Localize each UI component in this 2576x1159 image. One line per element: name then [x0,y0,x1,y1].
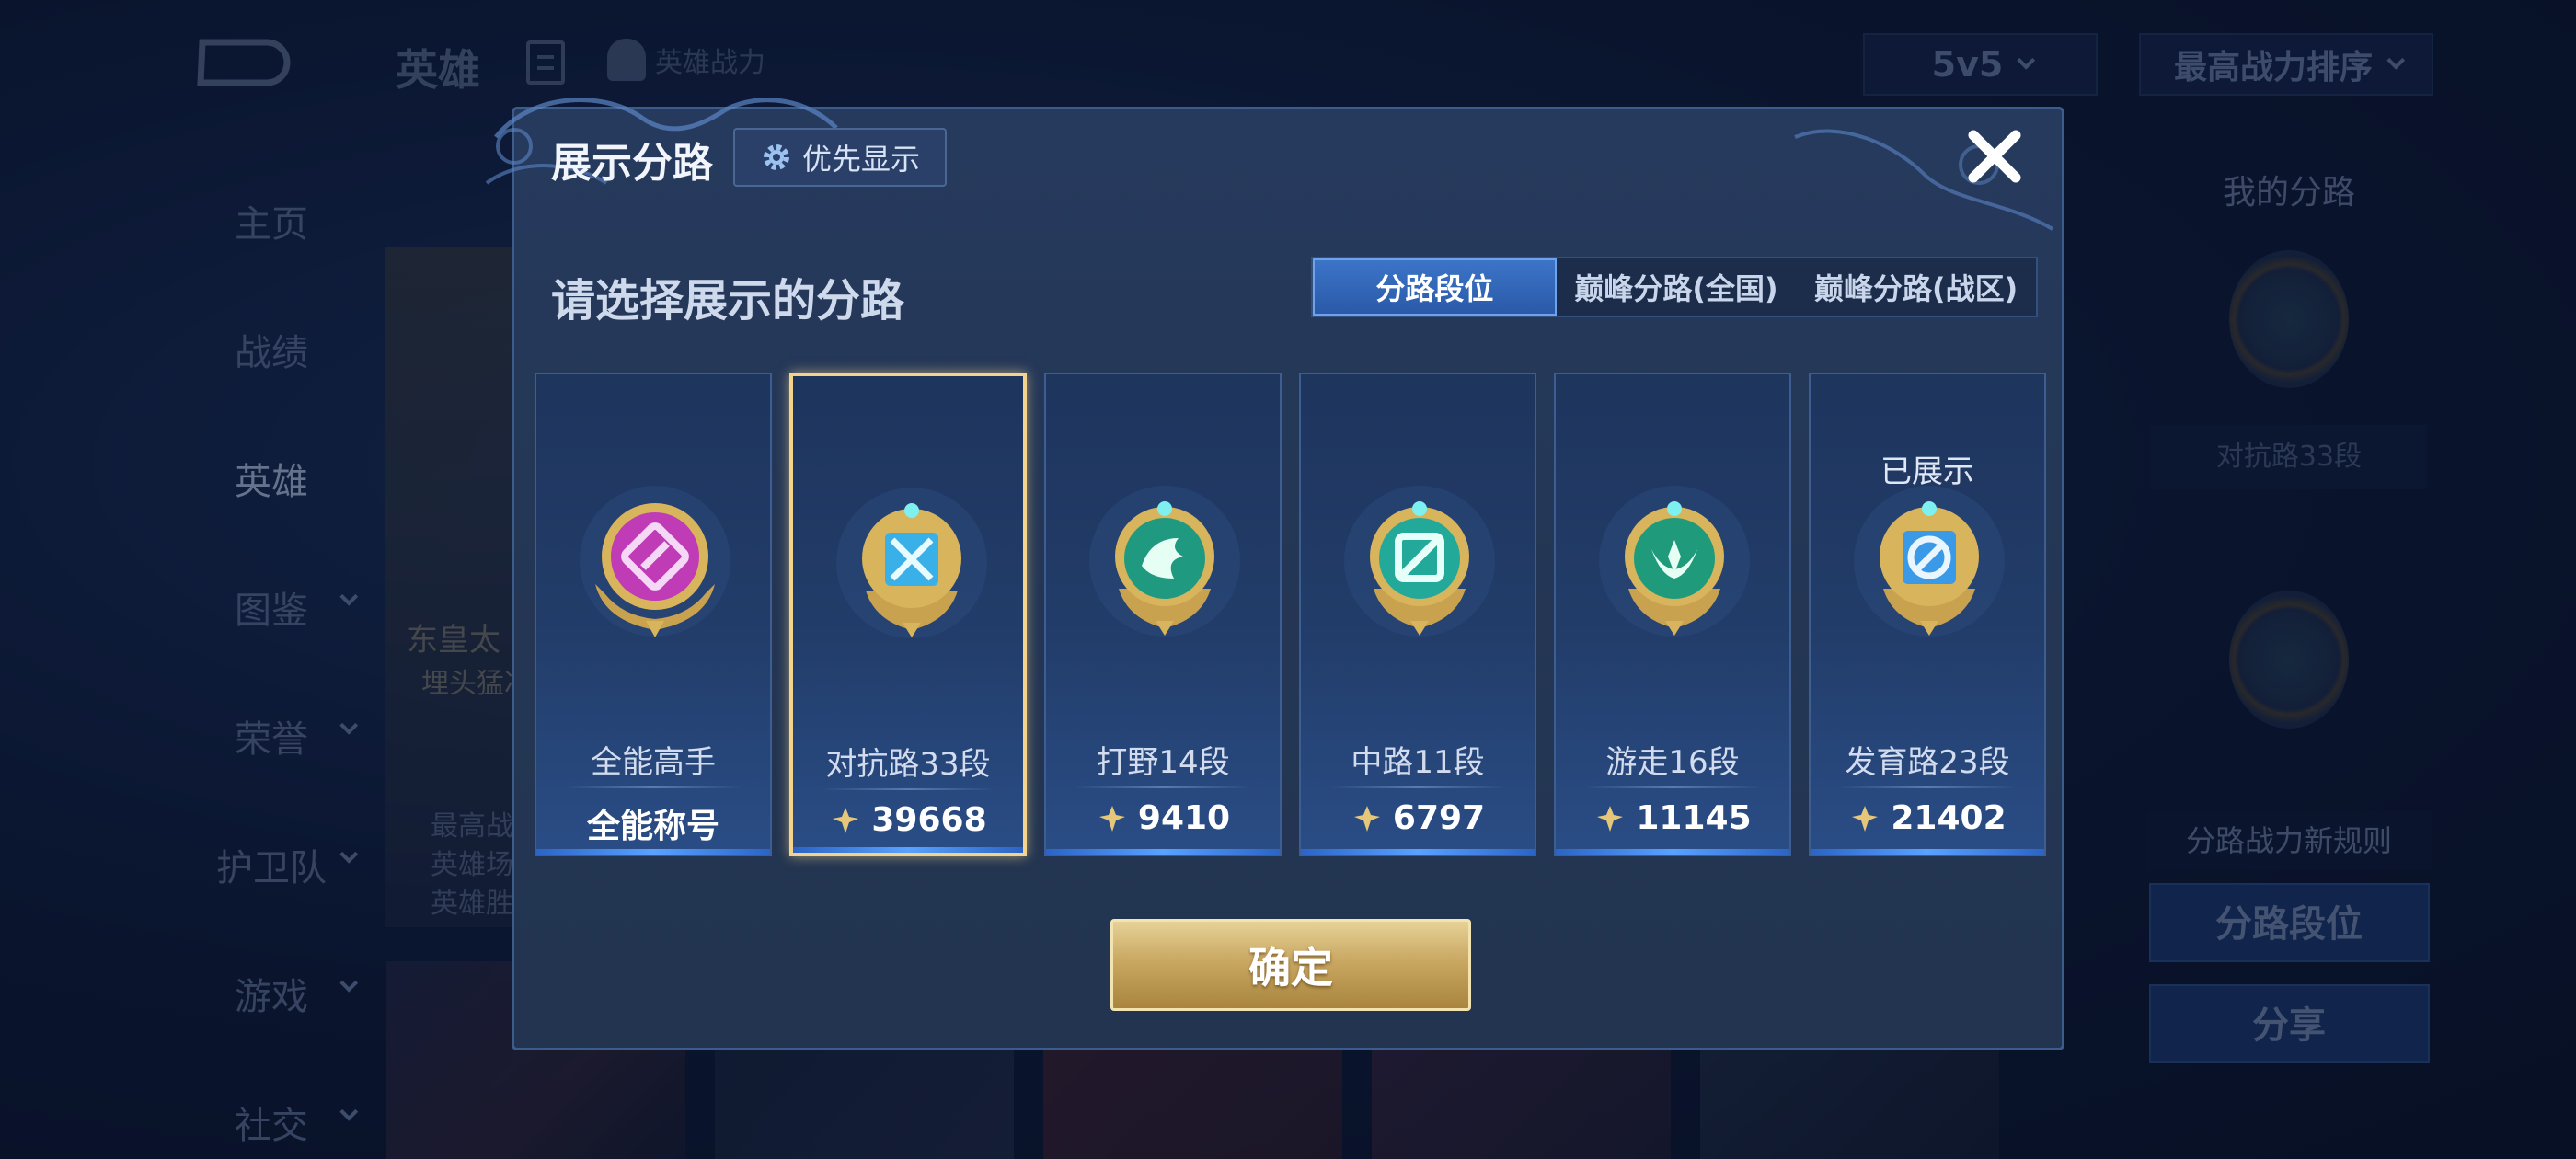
power-icon [1098,805,1125,832]
lane-card-name: 游走16段 [1605,744,1740,781]
lane-card-farm[interactable]: 已展示 发育路23段 21402 [1809,373,2046,856]
divider [1074,786,1252,788]
jungle-badge-icon [1089,486,1240,637]
close-icon[interactable] [1964,126,2025,187]
lane-display-modal: 展示分路 优先显示 请选择展示的分路 分路段位 巅峰分路(全国) 巅峰分路(战区… [485,98,2064,1050]
farm-lane-badge-icon [1854,486,2005,637]
lane-card-value: 9410 [1046,799,1280,837]
divider [1838,786,2017,788]
lane-card-name: 全能高手 [591,744,716,781]
tab-lane-rank[interactable]: 分路段位 [1313,258,1557,316]
lane-card-name: 发育路23段 [1845,744,2010,781]
lane-card-value: 21402 [1811,799,2044,837]
gear-icon [763,144,789,170]
lane-card-all-round[interactable]: 全能高手 全能称号 [535,373,772,856]
divider [1328,786,1507,788]
all-round-badge-icon [580,486,730,637]
lane-card-value: 全能称号 [586,808,719,845]
mid-lane-badge-icon [1344,486,1495,637]
lane-card-name: 打野14段 [1096,744,1230,781]
lane-card-jungle[interactable]: 打野14段 9410 [1044,373,1282,856]
power-icon [833,807,859,833]
lane-card-list: 全能高手 全能称号 对抗路33段 39668 打野14段 9410 中路11段 … [535,373,2046,856]
modal-title: 展示分路 [551,140,713,187]
lane-card-name: 对抗路33段 [825,746,991,783]
roam-badge-icon [1599,486,1750,637]
lane-card-value: 6797 [1301,799,1535,837]
lane-card-mid[interactable]: 中路11段 6797 [1299,373,1536,856]
modal-subtitle: 请选择展示的分路 [551,275,905,327]
power-icon [1353,805,1380,832]
lane-card-clash[interactable]: 对抗路33段 39668 [789,373,1027,856]
tab-peak-national[interactable]: 巅峰分路(全国) [1557,258,1797,316]
lane-card-name: 中路11段 [1351,744,1485,781]
divider [821,788,995,790]
power-icon [1597,805,1624,832]
lane-card-value: 39668 [793,801,1023,839]
power-icon [1852,805,1879,832]
priority-display-label: 优先显示 [801,142,920,177]
divider [1583,786,1762,788]
tab-peak-region[interactable]: 巅峰分路(战区) [1796,258,2036,316]
lane-card-value: 11145 [1556,799,1789,837]
priority-display-button[interactable]: 优先显示 [733,128,947,187]
clash-lane-badge-icon [836,488,987,638]
lane-card-roam[interactable]: 游走16段 11145 [1554,373,1791,856]
divider [564,786,742,788]
confirm-button[interactable]: 确定 [1110,919,1471,1011]
lane-tabs: 分路段位 巅峰分路(全国) 巅峰分路(战区) [1311,257,2038,317]
